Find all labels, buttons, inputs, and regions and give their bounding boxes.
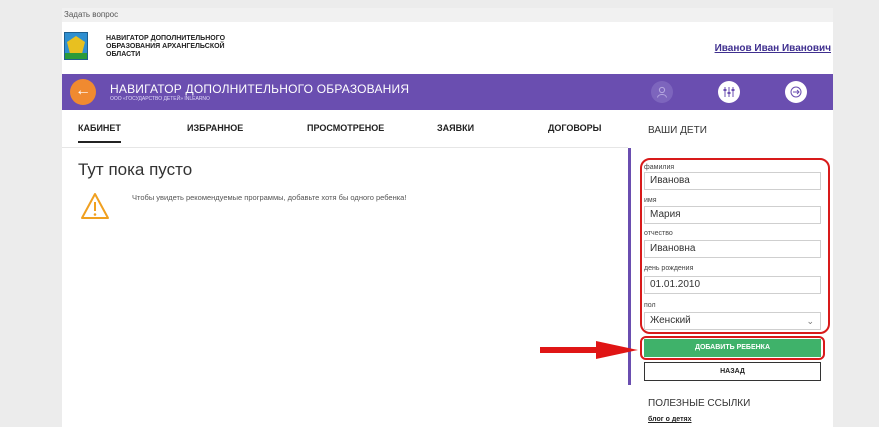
back-button[interactable]: НАЗАД — [644, 362, 821, 381]
gender-value: Женский — [650, 315, 691, 326]
tab-viewed[interactable]: ПРОСМОТРЕНОЕ — [307, 123, 384, 133]
chevron-down-icon: ⌄ — [806, 316, 814, 326]
gender-select[interactable]: Женский ⌄ — [644, 312, 821, 330]
empty-hint: Чтобы увидеть рекомендуемые программы, д… — [132, 193, 407, 202]
cabinet-tabs: КАБИНЕТ ИЗБРАННОЕ ПРОСМОТРЕНОЕ ЗАЯВКИ ДО… — [62, 110, 628, 148]
name-label: имя — [644, 197, 657, 204]
filter-icon[interactable] — [718, 81, 740, 103]
ask-question-link[interactable]: Задать вопрос — [64, 10, 118, 19]
name-field[interactable]: Мария — [644, 206, 821, 224]
patronymic-field[interactable]: Ивановна — [644, 240, 821, 258]
cabinet-panel: КАБИНЕТ ИЗБРАННОЕ ПРОСМОТРЕНОЕ ЗАЯВКИ ДО… — [62, 110, 628, 427]
surname-label: фамилия — [644, 164, 675, 171]
user-icon[interactable] — [651, 81, 673, 103]
arrow-left-icon[interactable]: ← — [70, 79, 96, 105]
patronymic-label: отчество — [644, 230, 673, 237]
birthday-label: день рождения — [644, 265, 694, 272]
surname-field[interactable]: Иванова — [644, 172, 821, 190]
nav-title: НАВИГАТОР ДОПОЛНИТЕЛЬНОГО ОБРАЗОВАНИЯ — [110, 82, 410, 96]
user-profile-link[interactable]: Иванов Иван Иванович — [715, 43, 831, 54]
top-bar: Задать вопрос — [62, 8, 833, 22]
tab-requests[interactable]: ЗАЯВКИ — [437, 123, 474, 133]
empty-title: Тут пока пусто — [78, 160, 193, 179]
logo-text[interactable]: НАВИГАТОР ДОПОЛНИТЕЛЬНОГО ОБРАЗОВАНИЯ АР… — [106, 35, 306, 59]
tab-cabinet[interactable]: КАБИНЕТ — [78, 123, 121, 143]
nav-bar: ← НАВИГАТОР ДОПОЛНИТЕЛЬНОГО ОБРАЗОВАНИЯ … — [62, 74, 833, 110]
gender-label: пол — [644, 302, 656, 309]
blog-link[interactable]: блог о детях — [648, 416, 692, 423]
red-arrow-annotation — [540, 341, 638, 359]
add-child-button[interactable]: ДОБАВИТЬ РЕБЕНКА — [644, 339, 821, 357]
warning-icon — [81, 193, 109, 219]
birthday-field[interactable]: 01.01.2010 — [644, 276, 821, 294]
site-header: НАВИГАТОР ДОПОЛНИТЕЛЬНОГО ОБРАЗОВАНИЯ АР… — [62, 22, 833, 74]
tab-contracts[interactable]: ДОГОВОРЫ — [548, 123, 602, 133]
useful-links-title: ПОЛЕЗНЫЕ ССЫЛКИ — [648, 398, 751, 409]
tab-favorites[interactable]: ИЗБРАННОЕ — [187, 123, 243, 133]
nav-subtitle: ООО «ГОСУДАРСТВО ДЕТЕЙ» INLEARNO — [110, 96, 210, 102]
exit-icon[interactable] — [785, 81, 807, 103]
children-title: ВАШИ ДЕТИ — [648, 125, 707, 136]
region-logo[interactable] — [64, 32, 88, 60]
children-panel: ВАШИ ДЕТИ фамилия Иванова имя Мария отче… — [628, 110, 833, 427]
